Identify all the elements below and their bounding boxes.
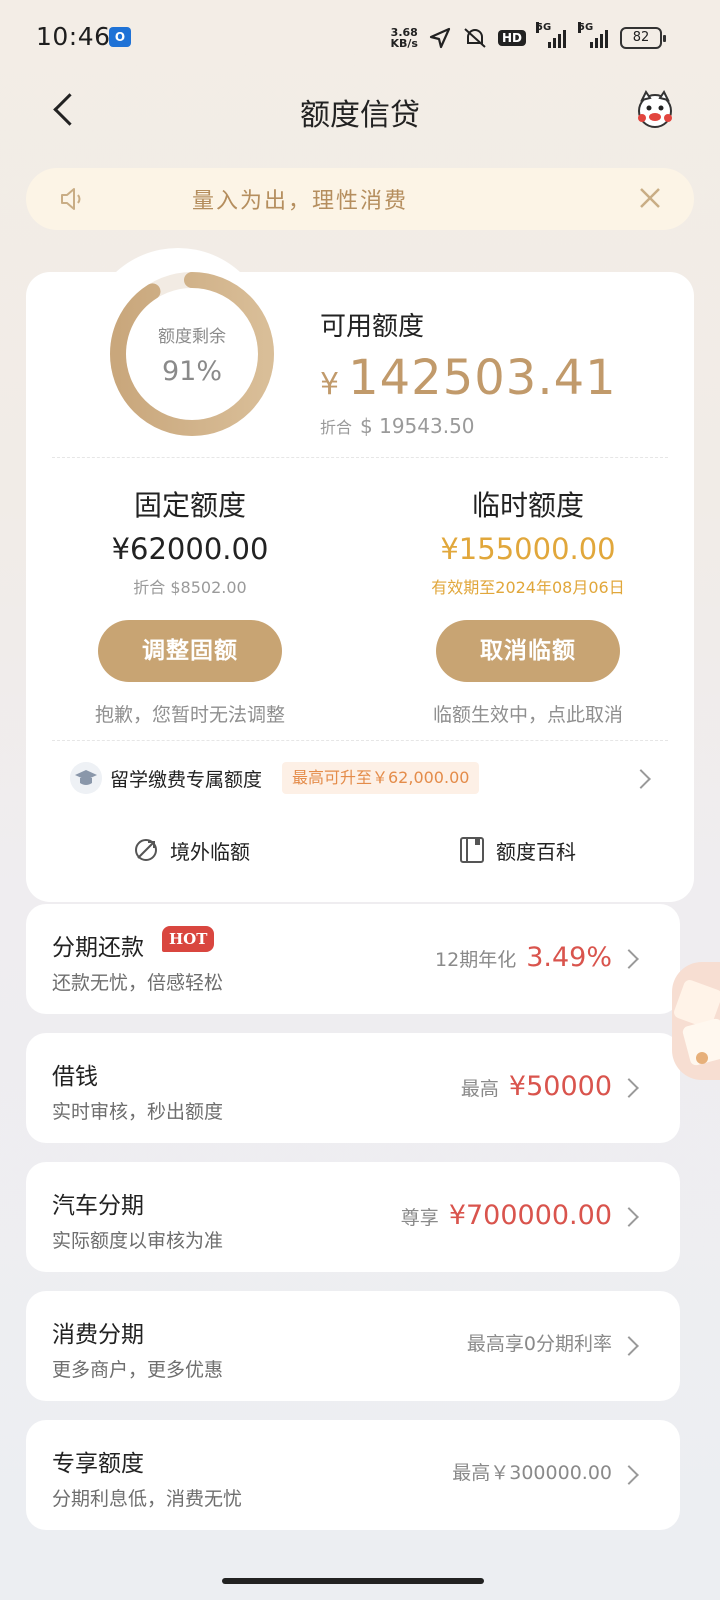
installment-repay-item[interactable]: 分期还款 HOT 还款无忧，倍感轻松 12期年化 3.49% <box>26 904 680 1014</box>
item-title: 借钱 <box>52 1064 98 1090</box>
signal-5g-1-icon: 5G <box>536 22 568 48</box>
network-speed-unit: KB/s <box>390 37 418 50</box>
ring-percent: 91% <box>161 356 222 387</box>
location-icon <box>429 27 451 49</box>
book-icon <box>460 837 484 863</box>
item-subtitle: 更多商户，更多优惠 <box>52 1359 224 1381</box>
status-indicators: 3.68 KB/s HD 5G 5G 82 <box>391 22 666 52</box>
temp-credit-validity: 有效期至2024年08月06日 <box>431 578 625 597</box>
available-credit-amount: ¥142503.41 <box>320 350 617 406</box>
item-limit-prefix: 最高 <box>460 1078 499 1100</box>
ring-label: 额度剩余 <box>158 327 226 347</box>
temp-credit-note[interactable]: 临额生效中，点此取消 <box>378 700 678 727</box>
nav-bar: 额度信贷 <box>0 78 720 142</box>
available-credit-label: 可用额度 <box>320 312 425 342</box>
item-limit-prefix: 尊享 <box>400 1207 439 1229</box>
item-limit-value: ¥700000.00 <box>448 1200 612 1231</box>
study-abroad-credit-row[interactable]: 留学缴费专属额度 最高可升至￥62,000.00 <box>26 752 694 808</box>
converted-prefix: 折合 <box>320 418 353 437</box>
temp-credit-title: 临时额度 <box>471 489 584 522</box>
chevron-right-icon <box>619 1207 639 1227</box>
signal-2-label: 5G <box>578 22 594 33</box>
car-installment-item[interactable]: 汽车分期 实际额度以审核为准 尊享 ¥700000.00 <box>26 1162 680 1272</box>
status-bar: 10:46 O 3.68 KB/s HD 5G 5G 82 <box>0 0 720 78</box>
signal-5g-2-icon: 5G <box>578 22 610 48</box>
cancel-temp-credit-button[interactable]: 取消临额 <box>436 620 620 682</box>
adjust-fixed-credit-button[interactable]: 调整固额 <box>98 620 282 682</box>
outlook-notification-icon: O <box>109 27 131 47</box>
overseas-temp-credit-link[interactable]: 境外临额 <box>132 830 250 870</box>
study-abroad-label: 留学缴费专属额度 <box>110 769 263 791</box>
available-amount-value: 142503.41 <box>348 350 617 406</box>
fixed-credit-section: 固定额度 ¥62000.00 折合 $8502.00 调整固额 抱歉，您暂时无法… <box>40 484 340 727</box>
item-title: 分期还款 <box>52 935 144 961</box>
mascot-service-icon[interactable] <box>634 88 676 130</box>
floating-promo-widget[interactable] <box>672 962 720 1080</box>
overseas-credit-icon <box>135 839 157 861</box>
overseas-temp-credit-label: 境外临额 <box>170 839 250 864</box>
consumer-installment-item[interactable]: 消费分期 更多商户，更多优惠 最高享0分期利率 <box>26 1291 680 1401</box>
fixed-credit-converted: 折合 $8502.00 <box>133 578 247 597</box>
close-icon[interactable] <box>636 184 664 212</box>
item-subtitle: 分期利息低，消费无忧 <box>52 1488 243 1510</box>
item-rate-value: 3.49% <box>526 942 612 973</box>
item-title: 汽车分期 <box>52 1193 144 1219</box>
signal-1-label: 5G <box>536 22 552 33</box>
fixed-credit-amount: ¥62000.00 <box>111 532 269 566</box>
item-offer: 最高享0分期利率 <box>467 1329 612 1356</box>
item-rate: 12期年化 3.49% <box>435 942 612 973</box>
chevron-right-icon <box>619 1465 639 1485</box>
item-title: 消费分期 <box>52 1322 144 1348</box>
chevron-right-icon <box>619 949 639 969</box>
graduation-cap-icon <box>70 762 102 794</box>
divider <box>52 457 668 458</box>
item-limit: 尊享 ¥700000.00 <box>401 1200 612 1231</box>
item-subtitle: 实时审核，秒出额度 <box>52 1101 224 1123</box>
item-subtitle: 实际额度以审核为准 <box>52 1230 224 1252</box>
study-abroad-tag: 最高可升至￥62,000.00 <box>282 762 480 794</box>
credit-remaining-ring <box>110 272 274 436</box>
converted-amount: $ 19543.50 <box>360 414 475 438</box>
temp-credit-amount: ¥155000.00 <box>440 532 616 566</box>
notice-text: 量入为出，理性消费 <box>192 189 409 214</box>
divider <box>52 740 668 741</box>
item-rate-prefix: 12期年化 <box>435 949 517 971</box>
hd-voice-icon: HD <box>497 30 526 46</box>
hot-badge: HOT <box>162 926 215 952</box>
borrow-money-item[interactable]: 借钱 实时审核，秒出额度 最高 ¥50000 <box>26 1033 680 1143</box>
available-currency: ¥ <box>320 367 341 402</box>
network-speed: 3.68 KB/s <box>391 27 418 49</box>
chevron-right-icon <box>631 769 651 789</box>
home-indicator[interactable] <box>222 1578 484 1584</box>
page-title: 额度信贷 <box>300 98 420 133</box>
item-offer-text: 最高享0分期利率 <box>466 1333 612 1355</box>
speaker-icon <box>61 188 81 210</box>
exclusive-credit-item[interactable]: 专享额度 分期利息低，消费无忧 最高￥300000.00 <box>26 1420 680 1530</box>
item-title: 专享额度 <box>52 1451 144 1477</box>
temp-credit-section: 临时额度 ¥155000.00 有效期至2024年08月06日 取消临额 临额生… <box>378 484 678 727</box>
item-subtitle: 还款无忧，倍感轻松 <box>52 972 224 994</box>
fixed-credit-note: 抱歉，您暂时无法调整 <box>94 704 285 726</box>
ring-progress-arc <box>110 272 274 436</box>
battery-icon: 82 <box>620 27 666 49</box>
chevron-right-icon <box>619 1336 639 1356</box>
credit-wiki-label: 额度百科 <box>496 839 576 864</box>
credit-wiki-link[interactable]: 额度百科 <box>458 830 576 870</box>
item-limit: 最高 ¥50000 <box>461 1071 612 1102</box>
item-limit-value: ¥50000 <box>508 1071 612 1102</box>
status-time: 10:46 <box>36 22 111 51</box>
mute-bell-icon <box>464 28 486 48</box>
available-credit-converted: 折合 $ 19543.50 <box>320 414 475 438</box>
promo-graphic-icon <box>674 980 720 1066</box>
notice-banner: 量入为出，理性消费 <box>26 168 694 230</box>
item-offer-text: 最高￥300000.00 <box>452 1462 612 1484</box>
fixed-credit-title: 固定额度 <box>133 489 246 522</box>
item-offer: 最高￥300000.00 <box>452 1458 612 1485</box>
chevron-right-icon <box>619 1078 639 1098</box>
